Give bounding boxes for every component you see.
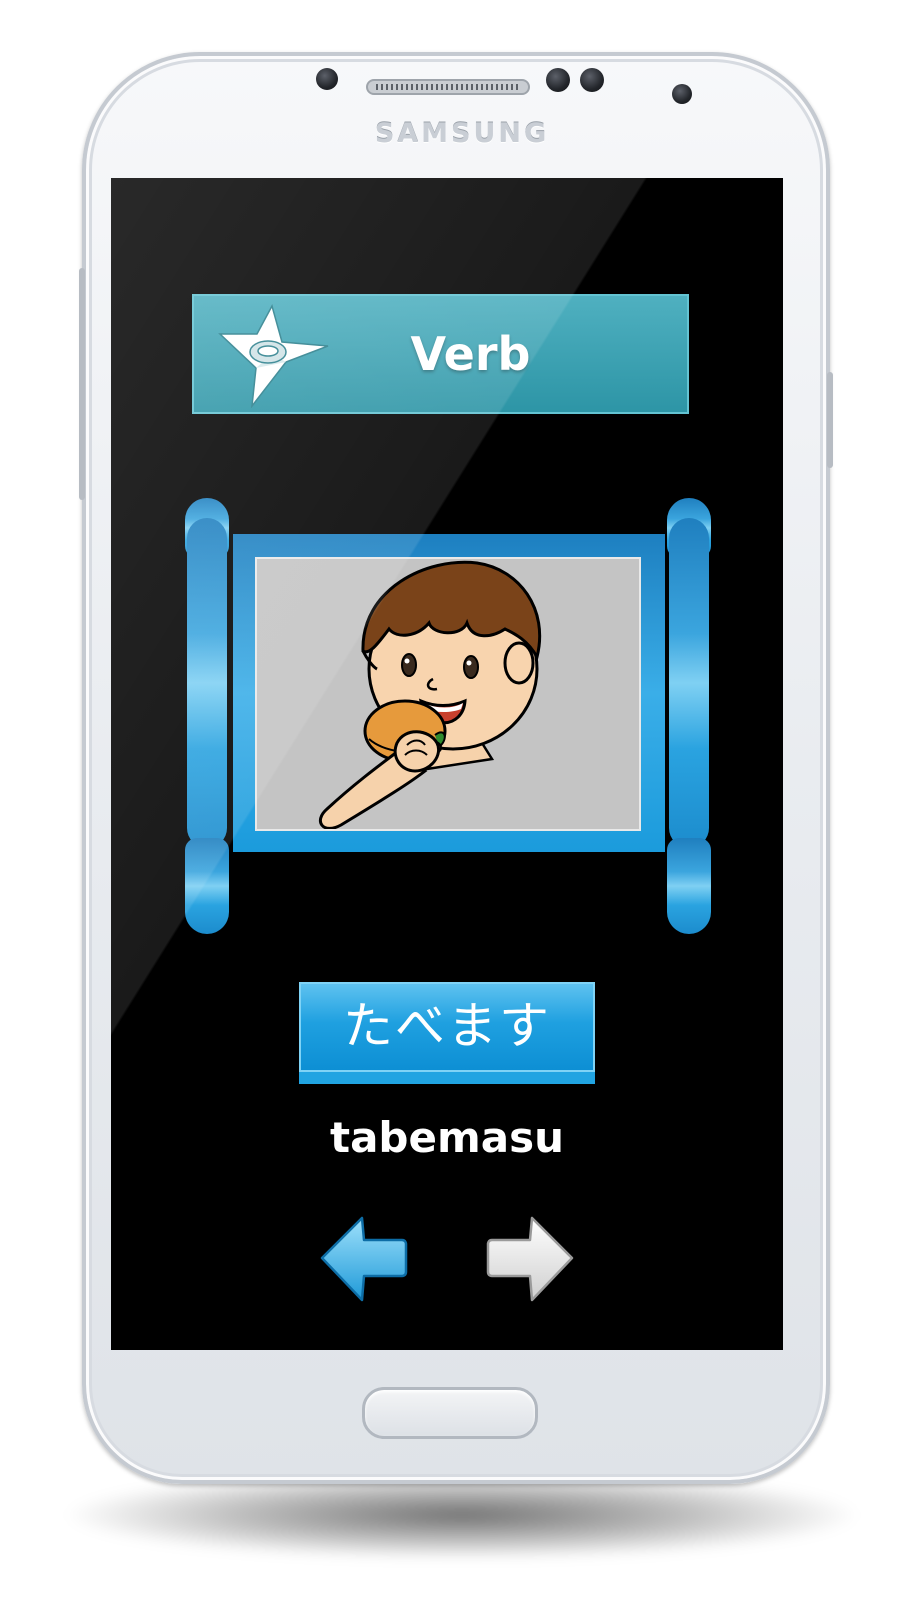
front-camera <box>672 84 692 104</box>
previous-button[interactable] <box>318 1214 408 1304</box>
category-banner[interactable]: Verb <box>192 294 689 414</box>
power-button <box>827 372 833 468</box>
kana-word: たべます <box>343 997 551 1055</box>
proximity-sensor <box>316 68 338 90</box>
category-title: Verb <box>410 327 531 381</box>
home-button[interactable] <box>362 1387 538 1439</box>
next-button[interactable] <box>486 1214 576 1304</box>
device-brand: SAMSUNG <box>374 118 550 149</box>
boy-eating-burger-illustration <box>319 560 542 829</box>
flashcard-image <box>255 557 641 831</box>
kana-word-box[interactable]: たべます <box>299 982 595 1072</box>
shuriken-icon <box>218 304 329 408</box>
earpiece-speaker <box>366 79 530 95</box>
screen: Verb たべます tabemasu <box>111 178 783 1350</box>
light-sensor <box>546 68 570 92</box>
arrow-left-icon <box>320 1216 408 1302</box>
kana-underline <box>299 1072 595 1084</box>
volume-button <box>79 268 85 500</box>
arrow-right-icon <box>486 1216 574 1302</box>
romaji-word: tabemasu <box>330 1113 564 1162</box>
light-sensor-2 <box>580 68 604 92</box>
